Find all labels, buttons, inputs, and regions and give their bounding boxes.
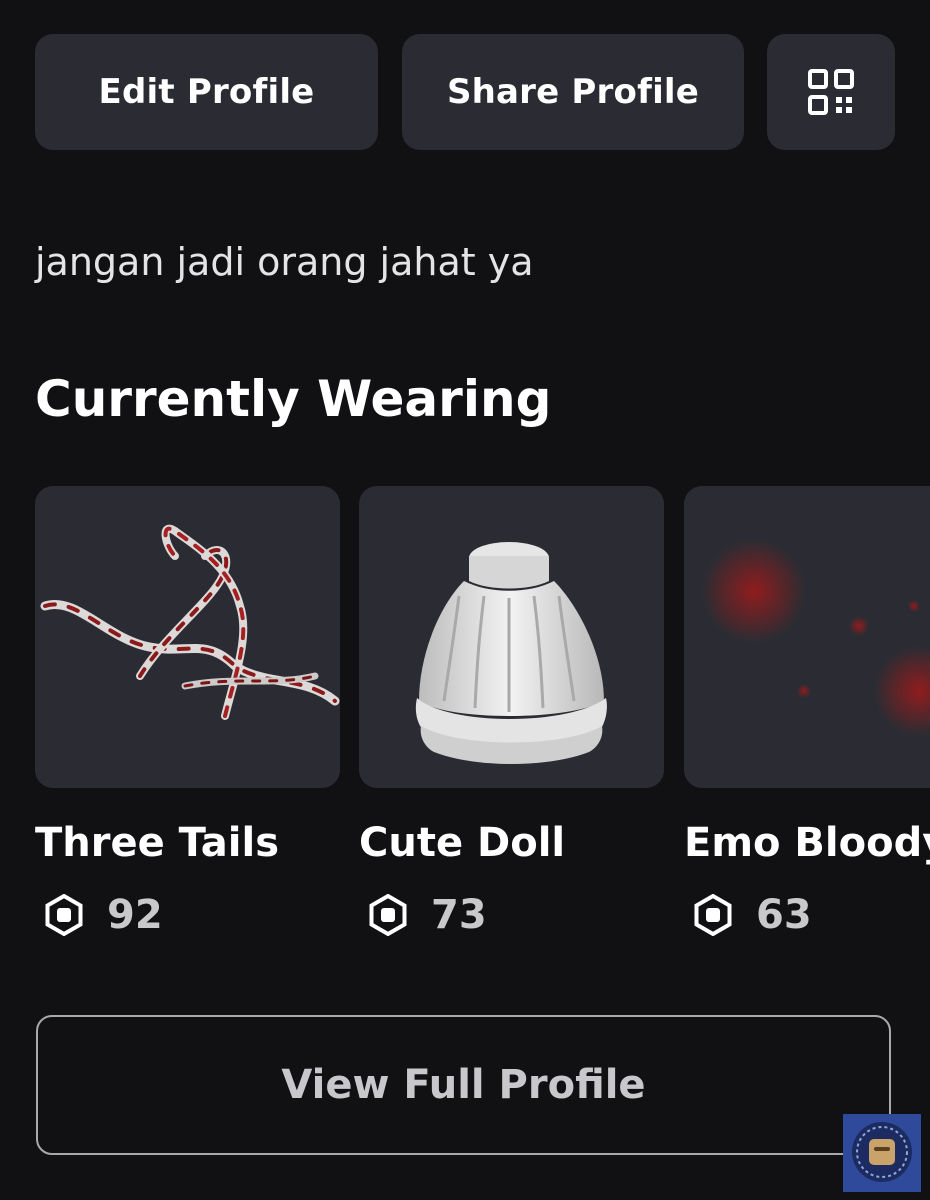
currently-wearing-list: Three Tails 92 Cute Doll 73 Emo Bloody 6… [0, 486, 930, 946]
item-thumbnail[interactable] [684, 486, 930, 788]
profile-bio: jangan jadi orang jahat ya [35, 240, 534, 284]
edit-profile-label: Edit Profile [98, 72, 315, 112]
item-thumbnail[interactable] [35, 486, 340, 788]
item-price: 73 [367, 892, 487, 938]
watermark-logo [843, 1114, 921, 1192]
qr-code-icon [808, 69, 854, 115]
robux-icon [369, 894, 407, 936]
wearing-item-three-tails[interactable]: Three Tails 92 [35, 486, 340, 938]
qr-code-button[interactable] [767, 34, 895, 150]
price-value: 92 [107, 892, 163, 938]
wearing-item-cute-doll[interactable]: Cute Doll 73 [359, 486, 664, 938]
item-name[interactable]: Cute Doll [359, 820, 565, 866]
robux-icon [694, 894, 732, 936]
item-name[interactable]: Three Tails [35, 820, 279, 866]
edit-profile-button[interactable]: Edit Profile [35, 34, 378, 150]
three-tails-image [40, 524, 340, 720]
cute-doll-image [415, 542, 607, 764]
price-value: 63 [756, 892, 812, 938]
item-name[interactable]: Emo Bloody [684, 820, 930, 866]
share-profile-label: Share Profile [446, 72, 700, 112]
wearing-item-emo-bloody[interactable]: Emo Bloody 63 [684, 486, 930, 938]
item-thumbnail[interactable] [359, 486, 664, 788]
price-value: 73 [431, 892, 487, 938]
emo-bloody-image [702, 539, 930, 736]
currently-wearing-title: Currently Wearing [35, 370, 552, 428]
item-price: 92 [43, 892, 163, 938]
view-full-profile-label: View Full Profile [281, 1062, 646, 1108]
profile-action-row: Edit Profile Share Profile [35, 34, 895, 150]
view-full-profile-button[interactable]: View Full Profile [36, 1015, 891, 1155]
share-profile-button[interactable]: Share Profile [402, 34, 744, 150]
robux-icon [45, 894, 83, 936]
item-price: 63 [692, 892, 812, 938]
